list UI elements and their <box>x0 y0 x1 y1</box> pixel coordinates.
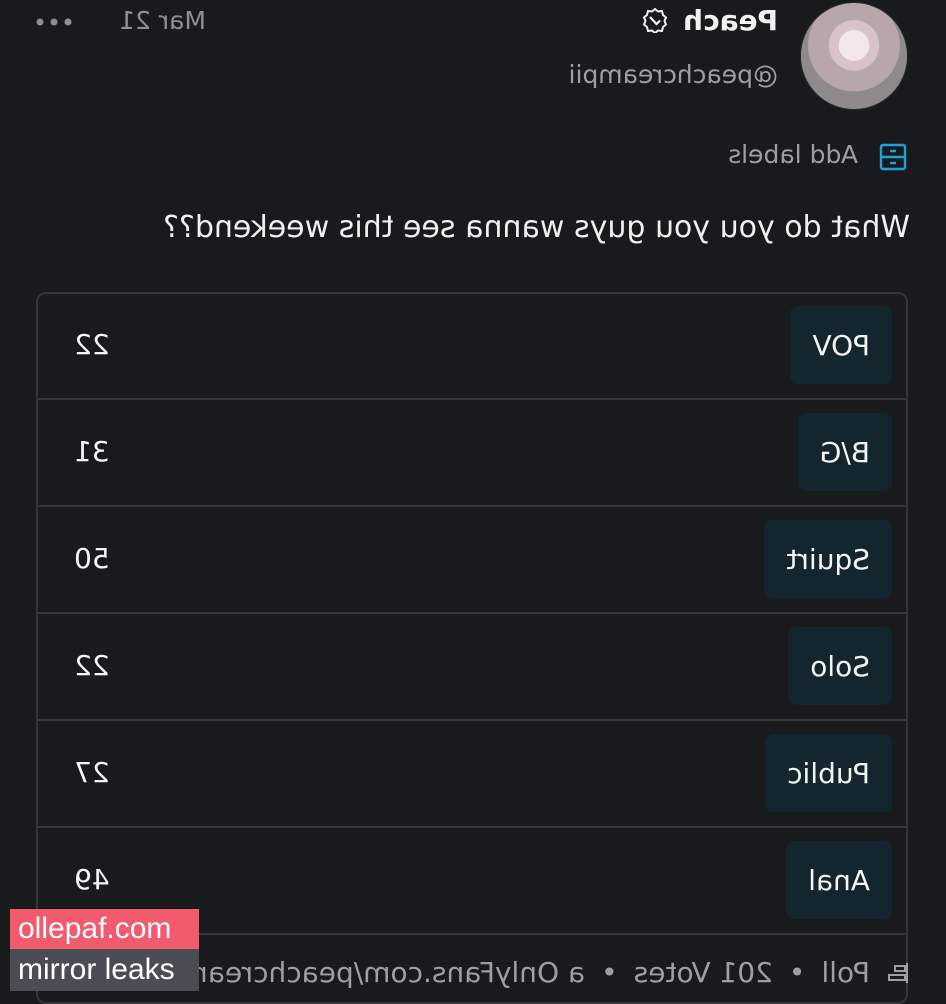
poll-option-label: POV <box>790 306 892 384</box>
poll-option-pov[interactable]: POV 22 <box>38 294 906 400</box>
poll-option-votes: 31 <box>74 435 110 468</box>
labels-icon[interactable] <box>878 142 908 172</box>
poll-option-bg[interactable]: B/G 31 <box>38 401 906 507</box>
watermark-tagline: mirror leaks <box>10 949 199 991</box>
post-date: Mar 21 <box>119 6 206 35</box>
post-text: What do you you guys wanna see this week… <box>163 210 910 245</box>
poll-footer: Poll • 201 Votes • a OnlyFans.com/peachc… <box>147 956 910 989</box>
verified-badge-icon <box>642 7 668 33</box>
poll-option-votes: 50 <box>74 542 110 575</box>
poll-option-label: Public <box>765 734 892 812</box>
poll-option-votes: 49 <box>74 863 110 896</box>
poll-source-text: a OnlyFans.com/peachcreampii <box>147 956 586 989</box>
poll-type-label: Poll <box>821 956 870 989</box>
separator-dot: • <box>788 956 806 989</box>
author-handle[interactable]: @peachcreampii <box>569 60 778 89</box>
poll-option-votes: 27 <box>74 756 110 789</box>
poll-option-label: B/G <box>797 413 892 491</box>
watermark-site: ollepaf.com <box>10 909 199 949</box>
poll-option-public[interactable]: Public 27 <box>38 722 906 828</box>
add-labels-link[interactable]: Add labels <box>728 140 858 169</box>
separator-dot: • <box>601 956 618 989</box>
avatar[interactable] <box>800 2 908 110</box>
poll-icon <box>888 962 908 983</box>
author-name[interactable]: Peach <box>683 4 778 37</box>
poll-option-votes: 22 <box>74 649 110 682</box>
poll-option-label: Squirt <box>764 520 892 598</box>
poll-option-votes: 22 <box>74 328 110 361</box>
poll-option-solo[interactable]: Solo 22 <box>38 615 906 721</box>
watermark: ollepaf.com mirror leaks <box>10 909 199 991</box>
mirrored-post-view: Peach @peachcreampii Mar 21 Add labels W… <box>0 0 946 1004</box>
poll-option-label: Solo <box>788 627 892 705</box>
poll-option-label: Anal <box>786 841 892 919</box>
poll-vote-count: 201 Votes <box>633 956 773 989</box>
more-options-icon[interactable] <box>34 10 74 34</box>
poll: POV 22 B/G 31 Squirt 50 Solo 22 Public 2… <box>36 292 908 1004</box>
poll-option-squirt[interactable]: Squirt 50 <box>38 508 906 614</box>
